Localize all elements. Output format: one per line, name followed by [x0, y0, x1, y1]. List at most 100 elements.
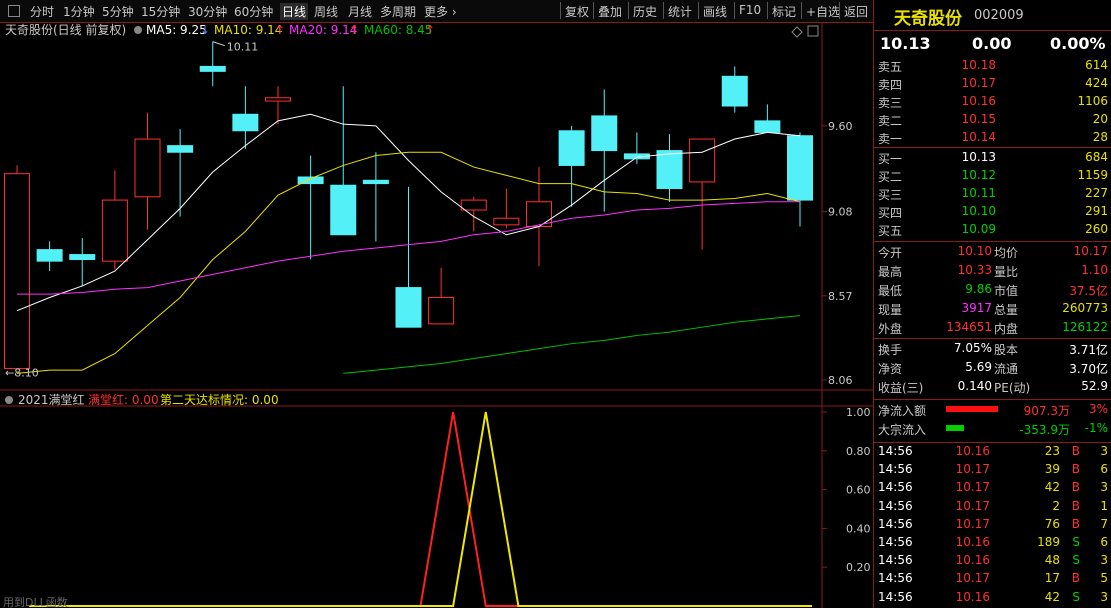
period-tab-10[interactable]: 更多 › [424, 3, 457, 20]
stat-value2: 1.10 [1081, 263, 1108, 277]
stat-row: 最高 10.33 量比 1.10 [878, 262, 1110, 280]
bid-price: 10.10 [961, 204, 996, 218]
period-tab-8[interactable]: 月线 [348, 3, 372, 20]
tick-price: 10.17 [955, 571, 990, 586]
diamond-icon[interactable] [791, 26, 803, 38]
tool-button-3[interactable]: 统计 [668, 3, 692, 20]
period-tab-7[interactable]: 周线 [314, 3, 338, 20]
tick-list[interactable]: 14:56 10.16 23 B 3 14:56 10.17 39 B 6 14:56 10.17 42… [874, 442, 1111, 608]
candle-up[interactable] [428, 296, 455, 325]
tool-button-2[interactable]: 历史 [633, 3, 657, 20]
kline-chart[interactable]: 天奇股份(日线 前复权) MA5: 9.25↓ MA10: 9.14↑ MA20: 9… [0, 22, 873, 608]
bid-label: 买四 [878, 206, 903, 220]
stat-row: 现量 3917 总量 260773 [878, 300, 1110, 318]
stat2-label: 换手 [878, 343, 903, 357]
candle-down[interactable] [591, 115, 618, 152]
period-tab-3[interactable]: 15分钟 [141, 3, 180, 20]
tick-price: 10.16 [955, 553, 990, 568]
tool-button-8[interactable]: 返回 [844, 3, 868, 20]
candle-up[interactable] [460, 199, 487, 211]
candle-down[interactable] [362, 179, 389, 185]
indicator-axis-label: 0.80 [846, 445, 871, 458]
candle-up[interactable] [689, 138, 716, 183]
stat-value: 3917 [961, 301, 992, 315]
tick-time: 14:56 [878, 553, 913, 568]
bid-price: 10.12 [961, 168, 996, 182]
maximize-icon[interactable] [807, 25, 819, 37]
ask-row: 卖五 10.18 614 [878, 57, 1110, 75]
tool-button-7[interactable]: +自选 [806, 3, 840, 20]
candle-up[interactable] [265, 97, 291, 102]
toolbar-divider [593, 2, 594, 19]
candle-down[interactable] [721, 75, 748, 107]
candle-up[interactable] [134, 138, 161, 198]
candle-down[interactable] [199, 65, 226, 72]
period-tab-4[interactable]: 30分钟 [188, 3, 227, 20]
ask-label: 卖一 [878, 132, 903, 146]
tick-count: 1 [1100, 498, 1108, 513]
tool-button-6[interactable]: 标记 [772, 3, 796, 20]
stats-block-1: 今开 10.10 均价 10.17 最高 10.33 量比 1.10 最低 9.86 市值 37.5亿… [874, 241, 1111, 337]
candle-down[interactable] [558, 130, 585, 166]
candle-up[interactable] [101, 199, 128, 262]
stat2-row: 净资 5.69 流通 3.70亿 [878, 359, 1110, 377]
tick-volume: 23 [1044, 444, 1060, 458]
candle-down[interactable] [656, 150, 683, 190]
quote-panel: 天奇股份 002009 10.13 0.00 0.00% 卖五 10.18 614 卖… [873, 0, 1111, 608]
toolbar-divider [663, 2, 664, 19]
candle-down[interactable] [395, 287, 422, 328]
stat-divider [874, 241, 1111, 242]
candle-down[interactable] [36, 249, 63, 262]
flow-pct: 3% [1088, 402, 1108, 416]
indicator-axis-label: 0.20 [846, 561, 871, 574]
toolbar-divider [560, 2, 561, 19]
panel-toggle-icon[interactable] [8, 5, 20, 17]
ask-volume: 20 [1092, 112, 1108, 126]
candle-down[interactable] [69, 254, 96, 261]
tick-price: 10.17 [955, 516, 990, 531]
candle-down[interactable] [167, 145, 194, 153]
tick-side: B [1071, 462, 1080, 477]
tool-button-1[interactable]: 叠加 [598, 3, 622, 20]
stat2-label2: 股本 [994, 343, 1019, 357]
period-tab-2[interactable]: 5分钟 [102, 3, 134, 20]
tool-button-4[interactable]: 画线 [703, 3, 727, 20]
tool-button-0[interactable]: 复权 [565, 3, 589, 20]
tool-button-5[interactable]: F10 [739, 3, 761, 17]
settings-dot-icon[interactable] [134, 26, 142, 34]
period-tab-5[interactable]: 60分钟 [234, 3, 273, 20]
candle-down[interactable] [787, 135, 813, 201]
price-axis-label: 8.06 [828, 374, 853, 387]
period-tab-0[interactable]: 分时 [30, 3, 54, 20]
period-tab-6[interactable]: 日线 [280, 3, 309, 20]
flow-label: 大宗流入 [878, 423, 927, 437]
ask-price: 10.15 [961, 112, 996, 126]
indicator-settings-icon[interactable] [5, 396, 13, 404]
ma20-arrow: ↑ [349, 23, 359, 37]
ma60-legend: MA60: 8.45 [364, 23, 432, 37]
candle-down[interactable] [330, 184, 357, 236]
price-axis-label: 8.57 [828, 290, 853, 303]
candle-up[interactable] [4, 173, 30, 369]
toolbar-divider [628, 2, 629, 19]
tick-count: 6 [1100, 535, 1108, 549]
tick-count: 3 [1100, 444, 1108, 458]
bid-volume: 260 [1085, 222, 1108, 236]
tick-time: 14:56 [878, 516, 913, 531]
stat2-value2: 3.71亿 [1069, 343, 1108, 357]
tick-price: 10.17 [955, 498, 990, 513]
ma5-arrow: ↓ [200, 23, 210, 37]
candle-down[interactable] [754, 120, 781, 133]
tick-side: B [1071, 571, 1080, 586]
flow-label: 净流入额 [878, 404, 927, 418]
bid-label: 买一 [878, 152, 903, 166]
candle-down[interactable] [232, 113, 259, 132]
candle-up[interactable] [493, 217, 520, 226]
tick-row: 14:56 10.17 42 B 3 [878, 479, 1110, 497]
period-tab-1[interactable]: 1分钟 [63, 3, 95, 20]
flow-divider [874, 399, 1111, 400]
stat-value: 134651 [946, 320, 992, 334]
period-tab-9[interactable]: 多周期 [380, 3, 416, 20]
tick-row: 14:56 10.16 42 S 3 [878, 589, 1110, 607]
ask-label: 卖五 [878, 60, 903, 74]
